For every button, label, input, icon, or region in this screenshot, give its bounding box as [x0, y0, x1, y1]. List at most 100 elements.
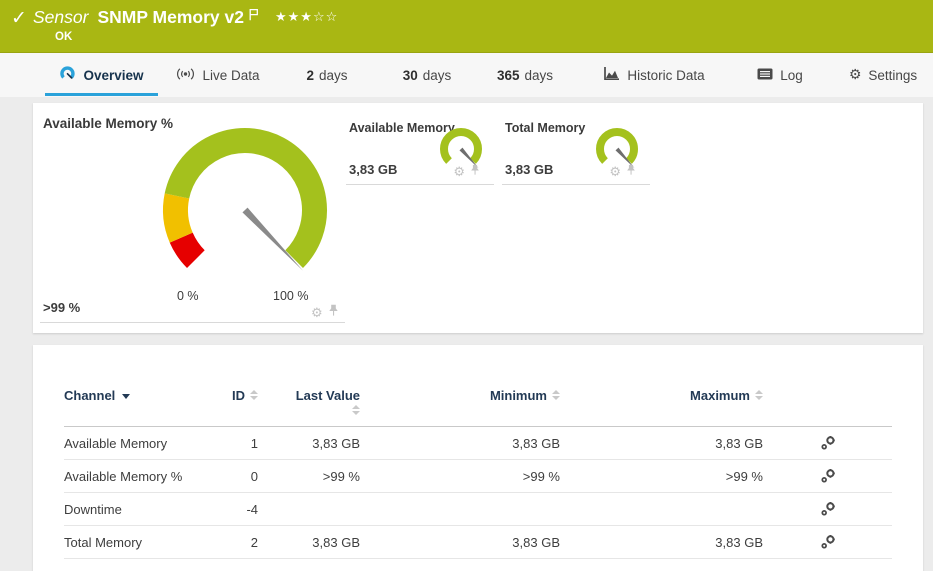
- cell-minimum: 3,83 GB: [360, 436, 560, 451]
- status-ok-check-icon: ✓: [11, 7, 27, 30]
- pin-icon[interactable]: [328, 304, 339, 322]
- table-row: Downtime -4: [64, 493, 892, 526]
- gear-icon[interactable]: ⚙: [609, 165, 621, 180]
- channel-settings-button[interactable]: [763, 501, 892, 517]
- header-label: Minimum: [490, 388, 547, 403]
- gear-icon[interactable]: ⚙: [453, 165, 465, 180]
- main-gauge-chart: [148, 118, 348, 298]
- tab-live-data[interactable]: Live Data: [168, 53, 268, 97]
- cell-maximum: 3,83 GB: [560, 535, 763, 550]
- cell-last-value: 3,83 GB: [258, 436, 360, 451]
- channel-settings-button[interactable]: [763, 468, 892, 484]
- header-label: Last Value: [296, 388, 360, 403]
- table-row: Available Memory % 0 >99 % >99 % >99 %: [64, 460, 892, 493]
- tab-number: 365: [497, 68, 520, 83]
- tab-label: Settings: [868, 68, 917, 83]
- divider: [346, 184, 494, 185]
- tab-bar: Overview Live Data 2 days 30 days 365 da…: [0, 53, 933, 97]
- cell-last-value: 3,83 GB: [258, 535, 360, 550]
- cell-id: 0: [209, 469, 258, 484]
- header-label: Maximum: [690, 388, 750, 403]
- table-header-row: Channel ID Last Value Minimum Maximum: [64, 377, 892, 427]
- cell-channel: Total Memory: [64, 535, 209, 550]
- tab-overview[interactable]: Overview: [45, 53, 158, 97]
- cell-channel: Downtime: [64, 502, 209, 517]
- pin-icon[interactable]: [470, 163, 480, 181]
- sort-icon: [250, 390, 258, 401]
- cell-id: 2: [209, 535, 258, 550]
- column-header-maximum[interactable]: Maximum: [560, 388, 763, 403]
- tab-label: Live Data: [202, 68, 259, 83]
- cell-id: 1: [209, 436, 258, 451]
- sensor-header: ✓ Sensor SNMP Memory v2 ★★★☆☆ OK: [0, 0, 933, 53]
- mini-gauge-value: 3,83 GB: [505, 162, 553, 177]
- cell-channel: Available Memory %: [64, 469, 209, 484]
- priority-stars[interactable]: ★★★☆☆: [275, 10, 338, 25]
- tab-label: Historic Data: [627, 68, 704, 83]
- sort-icon: [552, 390, 560, 401]
- area-chart-icon: [603, 66, 620, 84]
- tab-historic-data[interactable]: Historic Data: [598, 53, 710, 97]
- tab-number: 2: [306, 68, 314, 83]
- cell-minimum: 3,83 GB: [360, 535, 560, 550]
- mini-gauge-total-memory: Total Memory 3,83 GB ⚙: [502, 113, 650, 184]
- mini-gauge-value: 3,83 GB: [349, 162, 397, 177]
- gear-icon: ⚙: [849, 67, 862, 83]
- tab-label: days: [525, 68, 554, 83]
- channel-settings-button[interactable]: [763, 435, 892, 451]
- mini-gauge-tools: ⚙: [609, 163, 636, 181]
- cell-minimum: >99 %: [360, 469, 560, 484]
- gauge-max-label: 100 %: [273, 289, 308, 303]
- overview-gauges-panel: Available Memory % 0 % 100 % >99 % ⚙ Ava…: [33, 103, 923, 333]
- tab-log[interactable]: Log: [748, 53, 812, 97]
- sort-icon: [352, 405, 360, 416]
- column-header-last-value[interactable]: Last Value: [258, 388, 360, 418]
- sort-desc-icon: [122, 394, 130, 399]
- sensor-title: SNMP Memory v2: [97, 7, 244, 28]
- gear-icon[interactable]: ⚙: [311, 306, 323, 321]
- channels-table: Channel ID Last Value Minimum Maximum Av…: [64, 377, 892, 559]
- live-data-icon: [176, 67, 195, 84]
- gauge-icon: [59, 65, 76, 85]
- tab-label: days: [423, 68, 452, 83]
- table-row: Total Memory 2 3,83 GB 3,83 GB 3,83 GB: [64, 526, 892, 559]
- sensor-status-badge: OK: [55, 31, 72, 43]
- column-header-id[interactable]: ID: [209, 388, 258, 403]
- log-icon: [757, 68, 773, 83]
- tab-365-days[interactable]: 365 days: [487, 53, 563, 97]
- tab-label: Overview: [83, 68, 143, 83]
- stars-filled: ★★★: [275, 10, 313, 25]
- flag-icon[interactable]: [248, 8, 259, 26]
- active-tab-indicator: [45, 93, 158, 96]
- divider: [502, 184, 650, 185]
- gauge-min-label: 0 %: [177, 289, 199, 303]
- main-gauge-value: >99 %: [43, 300, 80, 315]
- pin-icon[interactable]: [626, 163, 636, 181]
- divider: [40, 322, 345, 323]
- table-row: Available Memory 1 3,83 GB 3,83 GB 3,83 …: [64, 427, 892, 460]
- tab-settings[interactable]: ⚙ Settings: [841, 53, 925, 97]
- tab-2-days[interactable]: 2 days: [296, 53, 358, 97]
- header-label: Channel: [64, 388, 115, 403]
- sort-icon: [755, 390, 763, 401]
- tab-30-days[interactable]: 30 days: [392, 53, 462, 97]
- tab-label: Log: [780, 68, 803, 83]
- channel-settings-button[interactable]: [763, 534, 892, 550]
- cell-channel: Available Memory: [64, 436, 209, 451]
- column-header-minimum[interactable]: Minimum: [360, 388, 560, 403]
- stars-empty: ☆☆: [313, 10, 338, 25]
- mini-gauge-title: Total Memory: [505, 121, 585, 135]
- channels-table-panel: Channel ID Last Value Minimum Maximum Av…: [33, 345, 923, 571]
- header-label: ID: [232, 388, 245, 403]
- column-header-channel[interactable]: Channel: [64, 388, 209, 403]
- cell-maximum: >99 %: [560, 469, 763, 484]
- cell-id: -4: [209, 502, 258, 517]
- main-gauge-tools: ⚙: [311, 304, 339, 322]
- mini-gauge-available-memory: Available Memory 3,83 GB ⚙: [346, 113, 494, 184]
- tab-number: 30: [403, 68, 418, 83]
- cell-last-value: >99 %: [258, 469, 360, 484]
- mini-gauge-tools: ⚙: [453, 163, 480, 181]
- cell-maximum: 3,83 GB: [560, 436, 763, 451]
- tab-label: days: [319, 68, 348, 83]
- object-kind-label: Sensor: [33, 7, 88, 28]
